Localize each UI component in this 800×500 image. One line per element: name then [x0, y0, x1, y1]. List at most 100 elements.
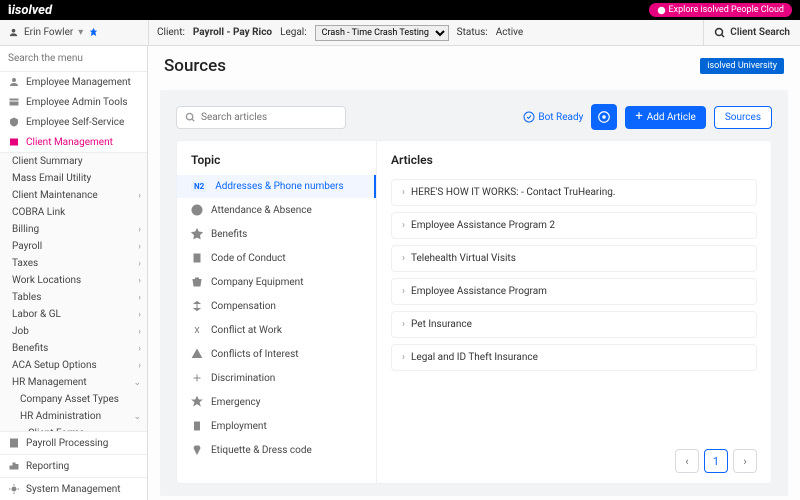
legal-label: Legal: [280, 27, 307, 38]
sidebar: Employee ManagementEmployee Admin ToolsE… [0, 46, 148, 500]
topic-emergency[interactable]: Emergency [177, 390, 376, 414]
user-info[interactable]: Erin Fowler ▾ [0, 27, 148, 38]
subnav-company-asset-types[interactable]: Company Asset Types [0, 391, 147, 408]
search-icon [714, 27, 726, 39]
page-next-button[interactable]: › [733, 449, 757, 473]
bot-ready-status[interactable]: Bot Ready [523, 111, 583, 123]
topic-heading: Topic [177, 141, 376, 175]
status-label: Status: [457, 27, 488, 38]
subnav-hr-administration[interactable]: HR Administration⌄ [0, 408, 147, 425]
search-articles-wrap[interactable] [176, 106, 346, 129]
subnav-tables[interactable]: Tables› [0, 289, 147, 306]
nav-icon [8, 136, 20, 148]
nav-icon [8, 116, 20, 128]
topic-icon [191, 396, 203, 408]
nav-item-payroll-processing[interactable]: Payroll Processing [0, 431, 147, 454]
nav-item-employee-self-service[interactable]: Employee Self-Service [0, 112, 147, 132]
nav-icon [8, 76, 20, 88]
topic-benefits[interactable]: Benefits [177, 222, 376, 246]
brand-logo: iisolved [8, 3, 52, 18]
nav-item-client-management[interactable]: Client Management [0, 132, 147, 152]
subnav-client-summary[interactable]: Client Summary [0, 153, 147, 170]
topic-icon [191, 252, 203, 264]
client-context: Client: Payroll - Pay Rico Legal: Crash … [148, 20, 703, 45]
topic-icon [191, 420, 203, 432]
article-row[interactable]: ›HERE'S HOW IT WORKS: - Contact TruHeari… [391, 179, 757, 206]
subnav-billing[interactable]: Billing› [0, 221, 147, 238]
topic-icon [191, 228, 203, 240]
topic-panel: Topic N2Addresses & Phone numbersAttenda… [177, 141, 377, 483]
subnav-aca-setup-options[interactable]: ACA Setup Options› [0, 357, 147, 374]
search-icon [185, 112, 196, 123]
topic-icon [191, 300, 203, 312]
subnav-work-locations[interactable]: Work Locations› [0, 272, 147, 289]
article-row[interactable]: ›Legal and ID Theft Insurance [391, 344, 757, 371]
subnav-taxes[interactable]: Taxes› [0, 255, 147, 272]
subnav-cobra-link[interactable]: COBRA Link [0, 204, 147, 221]
nav-icon [8, 483, 20, 495]
topic-icon [191, 324, 203, 336]
client-label: Client: [157, 27, 185, 38]
top-bar: iisolved Explore isolved People Cloud [0, 0, 800, 20]
topic-conflict-at-work[interactable]: Conflict at Work [177, 318, 376, 342]
topic-company-equipment[interactable]: Company Equipment [177, 270, 376, 294]
pin-icon[interactable] [88, 27, 99, 38]
subnav-payroll[interactable]: Payroll› [0, 238, 147, 255]
nav-icon [8, 460, 20, 472]
nav-item-employee-management[interactable]: Employee Management [0, 72, 147, 92]
page-title: Sources [164, 56, 226, 76]
explore-people-cloud-button[interactable]: Explore isolved People Cloud [649, 3, 792, 17]
chevron-right-icon: › [402, 352, 405, 363]
topic-icon [191, 348, 203, 360]
nav-icon [8, 437, 20, 449]
subnav-mass-email-utility[interactable]: Mass Email Utility [0, 170, 147, 187]
topic-employment[interactable]: Employment [177, 414, 376, 438]
topic-attendance-absence[interactable]: Attendance & Absence [177, 198, 376, 222]
chevron-right-icon: › [402, 319, 405, 330]
search-articles-input[interactable] [201, 112, 337, 123]
nav-item-reporting[interactable]: Reporting [0, 454, 147, 477]
main-area: Sources isolved University Bot Ready + [148, 46, 800, 500]
settings-icon-button[interactable] [591, 104, 617, 130]
subnav-client-maintenance[interactable]: Client Maintenance› [0, 187, 147, 204]
subnav-benefits[interactable]: Benefits› [0, 340, 147, 357]
toolbar: Bot Ready + Add Article Sources [160, 90, 788, 140]
legal-select[interactable]: Crash - Time Crash Testing [315, 25, 449, 41]
target-icon [597, 110, 611, 124]
articles-panel: Articles ›HERE'S HOW IT WORKS: - Contact… [377, 141, 771, 483]
menu-search-input[interactable] [0, 46, 147, 72]
add-article-button[interactable]: + Add Article [625, 106, 706, 129]
status-value: Active [496, 27, 524, 38]
article-row[interactable]: ›Employee Assistance Program [391, 278, 757, 305]
client-value: Payroll - Pay Rico [193, 27, 272, 38]
isolved-university-button[interactable]: isolved University [700, 58, 784, 74]
chevron-right-icon: › [402, 286, 405, 297]
sources-button[interactable]: Sources [714, 106, 772, 129]
client-search-button[interactable]: Client Search [703, 20, 800, 45]
topic-conflicts-of-interest[interactable]: Conflicts of Interest [177, 342, 376, 366]
articles-heading: Articles [377, 141, 771, 175]
topic-code-of-conduct[interactable]: Code of Conduct [177, 246, 376, 270]
globe-icon [657, 6, 666, 15]
page-number-button[interactable]: 1 [704, 449, 728, 473]
subnav-labor-gl[interactable]: Labor & GL› [0, 306, 147, 323]
topic-addresses-phone-numbers[interactable]: N2Addresses & Phone numbers [177, 175, 376, 198]
page-prev-button[interactable]: ‹ [675, 449, 699, 473]
topic-discrimination[interactable]: Discrimination [177, 366, 376, 390]
topic-icon [191, 444, 203, 456]
article-row[interactable]: ›Employee Assistance Program 2 [391, 212, 757, 239]
article-row[interactable]: ›Pet Insurance [391, 311, 757, 338]
subnav-client-forms[interactable]: Client Forms [0, 425, 147, 431]
nav-item-system-management[interactable]: System Management [0, 477, 147, 500]
chevron-right-icon: › [402, 187, 405, 198]
pagination: ‹ 1 › [675, 449, 757, 473]
article-row[interactable]: ›Telehealth Virtual Visits [391, 245, 757, 272]
topic-icon [191, 276, 203, 288]
nav-item-employee-admin-tools[interactable]: Employee Admin Tools [0, 92, 147, 112]
chevron-right-icon: › [402, 220, 405, 231]
subnav-job[interactable]: Job› [0, 323, 147, 340]
subnav-hr-management[interactable]: HR Management⌄ [0, 374, 147, 391]
chevron-right-icon: › [402, 253, 405, 264]
topic-compensation[interactable]: Compensation [177, 294, 376, 318]
topic-etiquette-dress-code[interactable]: Etiquette & Dress code [177, 438, 376, 462]
